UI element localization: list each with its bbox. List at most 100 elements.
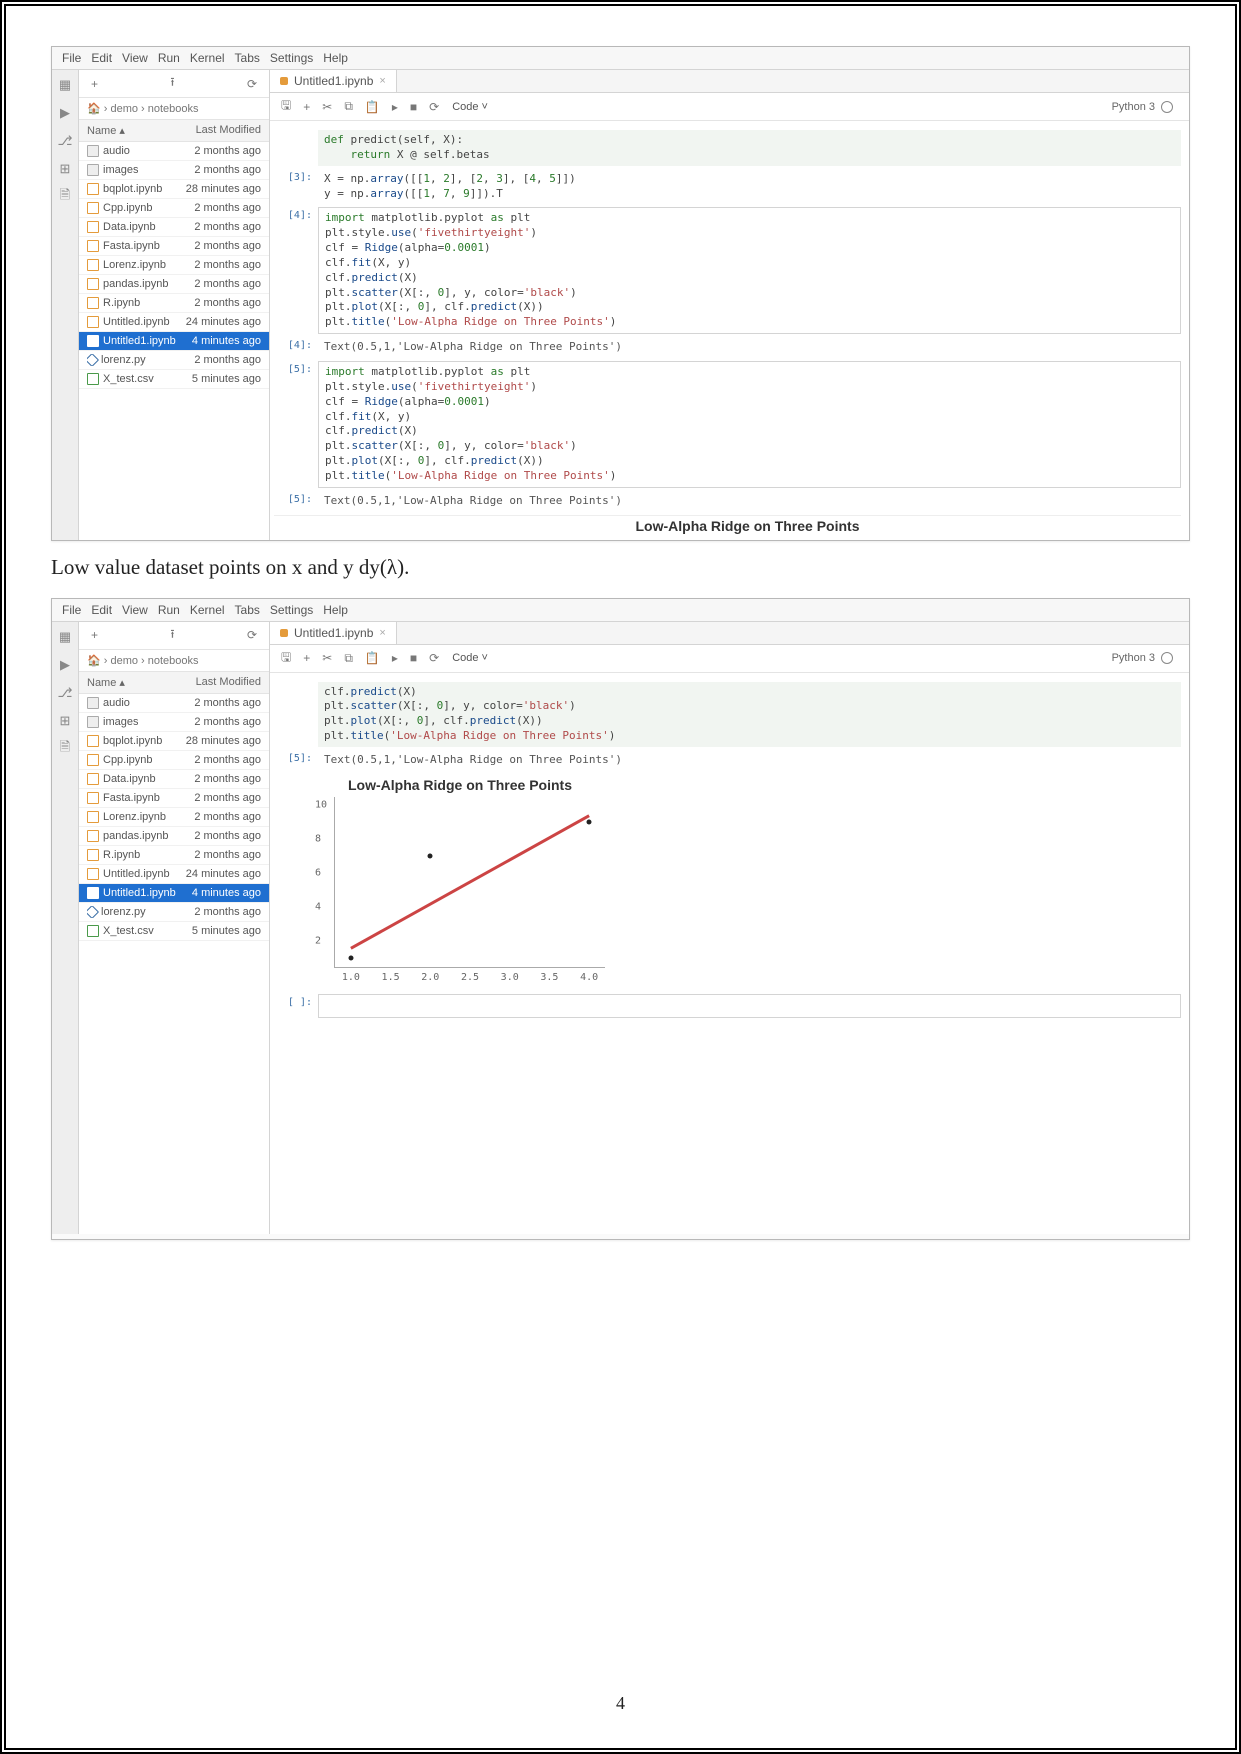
paste-icon[interactable]: 📋 bbox=[362, 100, 383, 114]
notebook-cell[interactable]: def predict(self, X): return X @ self.be… bbox=[274, 130, 1181, 166]
save-icon[interactable]: 🖫 bbox=[278, 96, 294, 117]
notebook-cell[interactable]: clf.predict(X)plt.scatter(X[:, 0], y, co… bbox=[274, 682, 1181, 747]
file-x_test-csv[interactable]: X_test.csv5 minutes ago bbox=[79, 370, 269, 389]
menu-settings[interactable]: Settings bbox=[270, 51, 313, 65]
cell-type-select[interactable]: Code ˅ bbox=[452, 652, 488, 664]
file-fasta-ipynb[interactable]: Fasta.ipynb2 months ago bbox=[79, 789, 269, 808]
file-fasta-ipynb[interactable]: Fasta.ipynb2 months ago bbox=[79, 237, 269, 256]
empty-cell[interactable]: [ ]: bbox=[274, 994, 1181, 1018]
cut-icon[interactable]: ✂ bbox=[319, 100, 335, 114]
file-lorenz-py[interactable]: lorenz.py2 months ago bbox=[79, 903, 269, 922]
run-icon[interactable]: ▸ bbox=[389, 651, 401, 665]
extensions-icon[interactable]: ⊞ bbox=[56, 712, 74, 730]
file-untitled-ipynb[interactable]: Untitled.ipynb24 minutes ago bbox=[79, 865, 269, 884]
menu-file[interactable]: File bbox=[62, 603, 81, 617]
menu-settings[interactable]: Settings bbox=[270, 603, 313, 617]
notebook-cell[interactable]: [4]:Text(0.5,1,'Low-Alpha Ridge on Three… bbox=[274, 337, 1181, 358]
doc-icon[interactable]: 🗎 bbox=[56, 188, 74, 206]
upload-icon[interactable]: ⭱ bbox=[166, 73, 178, 94]
add-cell-icon[interactable]: + bbox=[300, 100, 313, 114]
close-icon[interactable]: × bbox=[379, 627, 385, 639]
menu-tabs[interactable]: Tabs bbox=[235, 603, 260, 617]
file-untitled1-ipynb[interactable]: Untitled1.ipynb4 minutes ago bbox=[79, 332, 269, 351]
stop-icon[interactable]: ■ bbox=[407, 100, 420, 114]
notebook-cell[interactable]: [4]:import matplotlib.pyplot as pltplt.s… bbox=[274, 207, 1181, 334]
cell-source[interactable]: import matplotlib.pyplot as pltplt.style… bbox=[318, 361, 1181, 488]
file-untitled1-ipynb[interactable]: Untitled1.ipynb4 minutes ago bbox=[79, 884, 269, 903]
notebook-cell[interactable]: [5]:Text(0.5,1,'Low-Alpha Ridge on Three… bbox=[274, 491, 1181, 512]
menu-tabs[interactable]: Tabs bbox=[235, 51, 260, 65]
upload-icon[interactable]: ⭱ bbox=[166, 625, 178, 646]
menu-edit[interactable]: Edit bbox=[91, 603, 112, 617]
menu-kernel[interactable]: Kernel bbox=[190, 603, 225, 617]
notebook-cell[interactable]: [5]:Text(0.5,1,'Low-Alpha Ridge on Three… bbox=[274, 750, 1181, 771]
tab-untitled1[interactable]: Untitled1.ipynb × bbox=[270, 70, 397, 92]
menu-run[interactable]: Run bbox=[158, 603, 180, 617]
refresh-icon[interactable]: ⟳ bbox=[243, 77, 261, 91]
copy-icon[interactable]: ⧉ bbox=[341, 651, 356, 666]
cell-source[interactable]: def predict(self, X): return X @ self.be… bbox=[318, 130, 1181, 166]
menu-edit[interactable]: Edit bbox=[91, 51, 112, 65]
file-pandas-ipynb[interactable]: pandas.ipynb2 months ago bbox=[79, 827, 269, 846]
col-modified[interactable]: Last Modified bbox=[196, 124, 261, 137]
file-untitled-ipynb[interactable]: Untitled.ipynb24 minutes ago bbox=[79, 313, 269, 332]
breadcrumb[interactable]: 🏠 › demo › notebooks bbox=[79, 98, 269, 120]
notebook-cell[interactable]: [5]:import matplotlib.pyplot as pltplt.s… bbox=[274, 361, 1181, 488]
file-pandas-ipynb[interactable]: pandas.ipynb2 months ago bbox=[79, 275, 269, 294]
tab-untitled1[interactable]: Untitled1.ipynb × bbox=[270, 622, 397, 644]
new-icon[interactable]: + bbox=[87, 77, 102, 91]
close-icon[interactable]: × bbox=[379, 75, 385, 87]
col-name[interactable]: Name bbox=[87, 125, 116, 137]
file-data-ipynb[interactable]: Data.ipynb2 months ago bbox=[79, 770, 269, 789]
git-icon[interactable]: ⎇ bbox=[56, 684, 74, 702]
new-icon[interactable]: + bbox=[87, 628, 102, 642]
file-audio[interactable]: audio2 months ago bbox=[79, 142, 269, 161]
file-cpp-ipynb[interactable]: Cpp.ipynb2 months ago bbox=[79, 751, 269, 770]
copy-icon[interactable]: ⧉ bbox=[341, 99, 356, 114]
cut-icon[interactable]: ✂ bbox=[319, 651, 335, 665]
file-r-ipynb[interactable]: R.ipynb2 months ago bbox=[79, 846, 269, 865]
breadcrumb[interactable]: 🏠 › demo › notebooks bbox=[79, 650, 269, 672]
kernel-indicator[interactable]: Python 3 bbox=[1112, 652, 1181, 664]
save-icon[interactable]: 🖫 bbox=[278, 648, 294, 669]
file-lorenz-ipynb[interactable]: Lorenz.ipynb2 months ago bbox=[79, 808, 269, 827]
file-r-ipynb[interactable]: R.ipynb2 months ago bbox=[79, 294, 269, 313]
menu-view[interactable]: View bbox=[122, 51, 148, 65]
cell-type-select[interactable]: Code ˅ bbox=[452, 101, 488, 113]
run-icon[interactable]: ▸ bbox=[389, 100, 401, 114]
menu-kernel[interactable]: Kernel bbox=[190, 51, 225, 65]
menu-help[interactable]: Help bbox=[323, 603, 348, 617]
menu-file[interactable]: File bbox=[62, 51, 81, 65]
cell-source[interactable]: clf.predict(X)plt.scatter(X[:, 0], y, co… bbox=[318, 682, 1181, 747]
file-x_test-csv[interactable]: X_test.csv5 minutes ago bbox=[79, 922, 269, 941]
kernel-indicator[interactable]: Python 3 bbox=[1112, 101, 1181, 113]
file-cpp-ipynb[interactable]: Cpp.ipynb2 months ago bbox=[79, 199, 269, 218]
notebook-cell[interactable]: [3]:X = np.array([[1, 2], [2, 3], [4, 5]… bbox=[274, 169, 1181, 205]
run-icon[interactable]: ▶ bbox=[56, 104, 74, 122]
cell-source[interactable]: X = np.array([[1, 2], [2, 3], [4, 5]])y … bbox=[318, 169, 1181, 205]
file-images[interactable]: images2 months ago bbox=[79, 713, 269, 732]
run-icon[interactable]: ▶ bbox=[56, 656, 74, 674]
stop-icon[interactable]: ■ bbox=[407, 651, 420, 665]
folder-icon[interactable]: ▦ bbox=[56, 628, 74, 646]
file-images[interactable]: images2 months ago bbox=[79, 161, 269, 180]
file-bqplot-ipynb[interactable]: bqplot.ipynb28 minutes ago bbox=[79, 732, 269, 751]
refresh-icon[interactable]: ⟳ bbox=[243, 628, 261, 642]
menu-view[interactable]: View bbox=[122, 603, 148, 617]
file-bqplot-ipynb[interactable]: bqplot.ipynb28 minutes ago bbox=[79, 180, 269, 199]
paste-icon[interactable]: 📋 bbox=[362, 651, 383, 665]
file-data-ipynb[interactable]: Data.ipynb2 months ago bbox=[79, 218, 269, 237]
file-lorenz-py[interactable]: lorenz.py2 months ago bbox=[79, 351, 269, 370]
git-icon[interactable]: ⎇ bbox=[56, 132, 74, 150]
restart-icon[interactable]: ⟳ bbox=[426, 100, 442, 114]
menu-run[interactable]: Run bbox=[158, 51, 180, 65]
folder-icon[interactable]: ▦ bbox=[56, 76, 74, 94]
add-cell-icon[interactable]: + bbox=[300, 651, 313, 665]
restart-icon[interactable]: ⟳ bbox=[426, 651, 442, 665]
file-audio[interactable]: audio2 months ago bbox=[79, 694, 269, 713]
cell-source[interactable]: import matplotlib.pyplot as pltplt.style… bbox=[318, 207, 1181, 334]
extensions-icon[interactable]: ⊞ bbox=[56, 160, 74, 178]
menu-help[interactable]: Help bbox=[323, 51, 348, 65]
file-lorenz-ipynb[interactable]: Lorenz.ipynb2 months ago bbox=[79, 256, 269, 275]
doc-icon[interactable]: 🗎 bbox=[56, 740, 74, 758]
